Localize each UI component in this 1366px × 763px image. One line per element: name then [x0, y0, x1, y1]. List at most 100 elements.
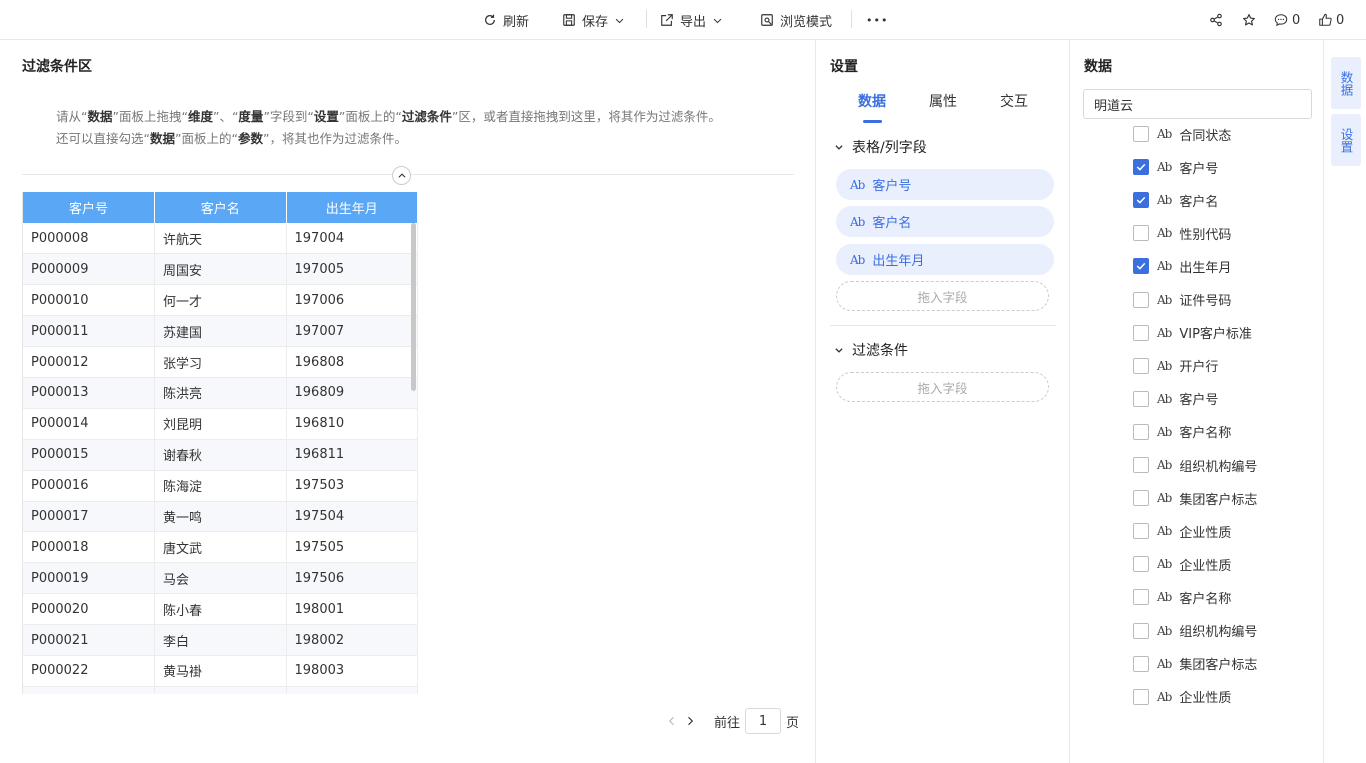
field-chip-label: 客户号 — [872, 179, 912, 194]
field-list-item[interactable]: Ab 客户名 — [1133, 190, 1218, 210]
checkbox[interactable] — [1133, 225, 1149, 242]
text-type-icon: Ab — [1157, 689, 1172, 704]
table-row[interactable]: P000016 陈海淀 197503 — [23, 470, 418, 502]
field-list-item[interactable]: Ab 企业性质 — [1133, 521, 1231, 541]
checkbox[interactable] — [1133, 589, 1149, 606]
checkbox[interactable] — [1133, 490, 1149, 507]
prev-page-icon[interactable] — [666, 715, 678, 727]
field-list-item[interactable]: Ab 集团客户标志 — [1133, 654, 1257, 674]
side-tab-data[interactable]: 数据 — [1331, 57, 1361, 109]
table-row[interactable]: P000020 陈小春 198001 — [23, 593, 418, 626]
field-label: 企业性质 — [1179, 691, 1232, 707]
checkbox[interactable] — [1133, 324, 1149, 341]
table-row[interactable]: P000008 许航天 197004 — [23, 223, 418, 255]
field-list-item[interactable]: Ab VIP客户标准 — [1133, 323, 1252, 343]
table-row[interactable]: P000017 黄一鸣 197504 — [23, 501, 418, 533]
table-row[interactable]: P000012 张学习 196808 — [23, 346, 418, 378]
comment-button[interactable]: 0 — [1274, 0, 1300, 40]
checkbox[interactable] — [1133, 457, 1149, 473]
column-header[interactable]: 出生年月 — [286, 192, 418, 223]
table-header-row: 客户号 客户名 出生年月 — [23, 192, 418, 223]
table-row[interactable]: P000015 谢春秋 196811 — [23, 439, 418, 471]
table-cell: 196811 — [286, 439, 418, 471]
checkbox[interactable] — [1133, 126, 1149, 142]
hint-text: ”区，或者直接拖拽到这里，将其作为过滤条件。 — [451, 109, 721, 124]
table-row[interactable]: P000009 周国安 197005 — [23, 253, 418, 286]
table-row[interactable]: P000019 马会 197506 — [23, 562, 418, 595]
tab-properties[interactable]: 属性 — [929, 91, 957, 111]
field-list-item[interactable]: Ab 证件号码 — [1133, 290, 1231, 310]
checkbox[interactable] — [1133, 357, 1149, 374]
favorite-button[interactable] — [1242, 0, 1256, 40]
search-input[interactable] — [1083, 89, 1312, 119]
field-chip[interactable]: Ab 客户号 — [836, 169, 1054, 200]
field-drop-zone[interactable]: 拖入字段 — [836, 281, 1049, 311]
like-count: 0 — [1336, 12, 1345, 28]
field-list-item[interactable]: Ab 客户名称 — [1133, 422, 1231, 442]
field-list-item[interactable]: Ab 组织机构编号 — [1133, 455, 1257, 475]
field-list-item[interactable]: Ab 客户名称 — [1133, 587, 1231, 607]
field-list-item[interactable]: Ab 客户号 — [1133, 157, 1218, 177]
table-cell: P000022 — [23, 655, 155, 687]
filter-drop-zone[interactable]: 拖入字段 — [836, 372, 1049, 402]
table-row[interactable]: P000021 李白 198002 — [23, 624, 418, 656]
share-button[interactable] — [1209, 0, 1223, 40]
page-number-input[interactable]: 1 — [745, 708, 782, 734]
checkbox[interactable] — [1133, 258, 1149, 275]
text-type-icon: Ab — [1157, 491, 1172, 506]
section-filter[interactable]: 过滤条件 — [834, 340, 908, 360]
checkbox[interactable] — [1133, 556, 1149, 573]
tab-data[interactable]: 数据 — [858, 91, 886, 111]
hint-text: ”面板上拖拽“ — [112, 109, 188, 124]
checkbox[interactable] — [1133, 192, 1149, 209]
column-header[interactable]: 客户名 — [154, 192, 287, 223]
checkbox[interactable] — [1133, 688, 1149, 705]
export-button[interactable]: 导出 — [660, 0, 723, 40]
table-row[interactable]: P000018 唐文武 197505 — [23, 531, 418, 564]
checkbox[interactable] — [1133, 655, 1149, 672]
checkbox[interactable] — [1133, 622, 1149, 639]
refresh-button[interactable]: 刷新 — [483, 0, 529, 40]
field-list-item[interactable]: Ab 企业性质 — [1133, 554, 1231, 574]
field-chip[interactable]: Ab 出生年月 — [836, 244, 1054, 275]
field-list-item[interactable]: Ab 组织机构编号 — [1133, 621, 1257, 641]
preview-mode-button[interactable]: 浏览模式 — [760, 0, 832, 40]
next-page-icon[interactable] — [684, 715, 696, 727]
table-scrollbar[interactable] — [411, 223, 416, 391]
table-row[interactable]: P000023王阳大198004 — [23, 686, 418, 694]
table-cell: P000023 — [23, 686, 155, 694]
data-panel-title: 数据 — [1084, 59, 1112, 75]
table-row[interactable]: P000013 陈洪亮 196809 — [23, 377, 418, 409]
section-table-fields[interactable]: 表格/列字段 — [834, 137, 927, 157]
column-header[interactable]: 客户号 — [23, 192, 155, 223]
table-row[interactable]: P000011 苏建国 197007 — [23, 315, 418, 348]
side-tab-settings[interactable]: 设置 — [1331, 114, 1361, 166]
checkbox[interactable] — [1133, 159, 1149, 176]
table-row[interactable]: P000022 黄马褂 198003 — [23, 655, 418, 687]
checkbox[interactable] — [1133, 423, 1149, 440]
collapse-filter-button[interactable] — [392, 166, 411, 185]
table-row[interactable]: P000010 何一才 197006 — [23, 284, 418, 317]
chevron-down-icon — [713, 18, 722, 23]
field-chip[interactable]: Ab 客户名 — [836, 206, 1054, 237]
tab-interaction[interactable]: 交互 — [1000, 91, 1028, 111]
table-cell: P000012 — [23, 346, 155, 378]
field-list-item[interactable]: Ab 开户行 — [1133, 356, 1218, 376]
checkbox[interactable] — [1133, 291, 1149, 308]
field-list-item[interactable]: Ab 企业性质 — [1133, 687, 1231, 707]
text-type-icon: Ab — [1157, 391, 1172, 406]
field-label: 出生年月 — [1179, 260, 1232, 276]
field-list-item[interactable]: Ab 集团客户标志 — [1133, 488, 1257, 508]
field-list-item[interactable]: Ab 客户号 — [1133, 389, 1218, 409]
field-list-item[interactable]: Ab 出生年月 — [1133, 256, 1231, 276]
checkbox[interactable] — [1133, 523, 1149, 540]
table-cell: 197506 — [286, 562, 418, 595]
more-button[interactable]: ••• — [866, 0, 888, 40]
like-button[interactable]: 0 — [1318, 0, 1344, 40]
checkbox[interactable] — [1133, 390, 1149, 407]
table-row[interactable]: P000014 刘昆明 196810 — [23, 408, 418, 440]
field-list-item[interactable]: Ab 性别代码 — [1133, 223, 1231, 243]
field-label: VIP客户标准 — [1179, 327, 1252, 343]
field-list-item[interactable]: Ab 合同状态 — [1133, 124, 1231, 144]
save-button[interactable]: 保存 — [562, 0, 625, 40]
